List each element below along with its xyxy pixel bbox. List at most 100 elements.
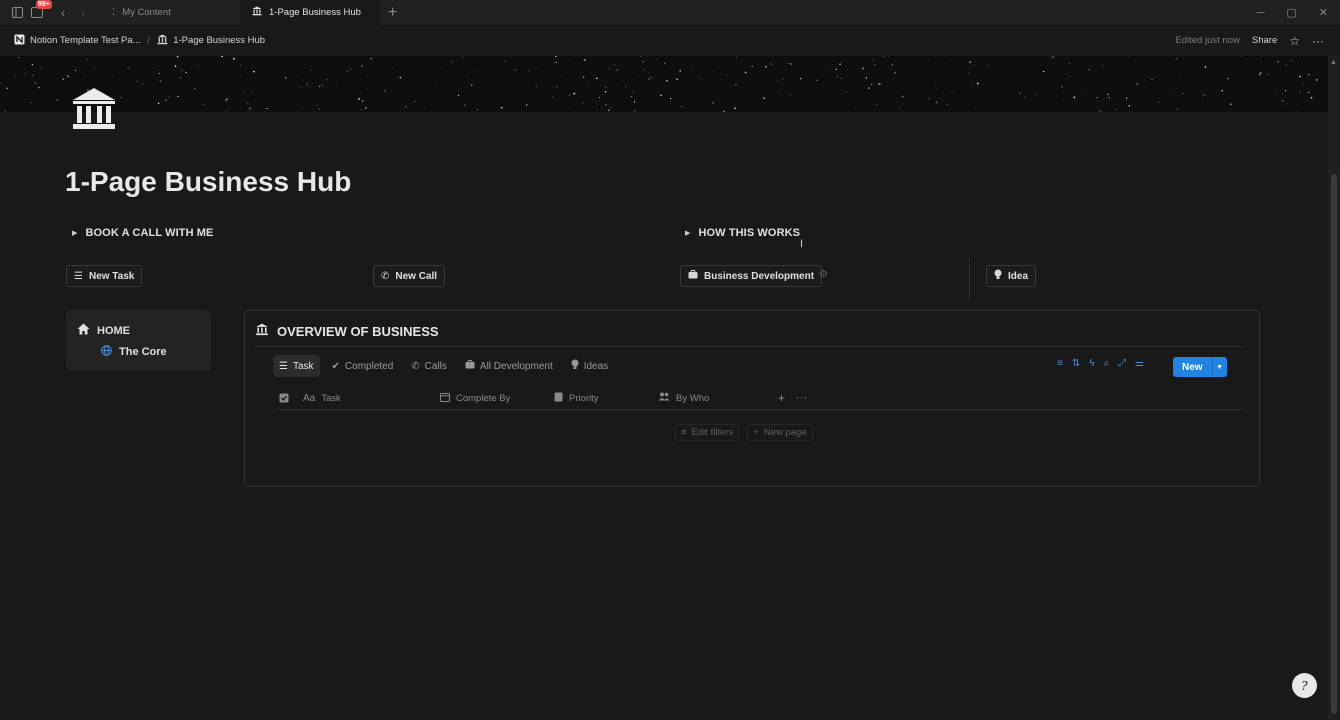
view-tab-calls[interactable]: ✆ Calls <box>405 355 453 377</box>
sort-icon[interactable]: ⇅ <box>1072 358 1080 369</box>
select-all-checkbox[interactable] <box>279 393 303 403</box>
star <box>650 87 652 88</box>
add-column-icon[interactable]: + <box>778 391 796 405</box>
breadcrumb-page[interactable]: 1-Page Business Hub <box>157 34 265 48</box>
edit-filters-button[interactable]: ≡ Edit filters <box>675 424 740 441</box>
star <box>221 56 223 58</box>
star <box>1080 89 1083 92</box>
new-call-button[interactable]: ✆ New Call <box>373 265 446 287</box>
star <box>712 102 714 104</box>
star <box>868 87 870 89</box>
toggle-arrow-icon[interactable]: ▶ <box>685 229 690 237</box>
tab-my-content[interactable]: ⁚ My Content <box>100 0 240 25</box>
share-button[interactable]: Share <box>1252 35 1277 46</box>
view-label: All Development <box>479 360 553 372</box>
toggle-arrow-icon[interactable]: ▶ <box>72 229 77 237</box>
scroll-up-icon[interactable]: ▲ <box>1330 59 1337 66</box>
toggle-book-call[interactable]: ▶ BOOK A CALL WITH ME <box>72 227 213 239</box>
star <box>120 96 122 99</box>
view-tab-completed[interactable]: ✔ Completed <box>326 355 400 377</box>
star <box>296 75 297 76</box>
page-title[interactable]: 1-Page Business Hub <box>65 166 351 198</box>
star <box>632 92 634 94</box>
maximize-icon[interactable]: ▢ <box>1286 6 1296 19</box>
star <box>157 102 160 105</box>
star <box>392 67 393 68</box>
star <box>876 104 878 106</box>
column-complete-by[interactable]: Complete By <box>440 392 554 405</box>
star <box>1203 94 1206 97</box>
new-task-button[interactable]: ☰ New Task <box>66 265 143 287</box>
star <box>790 63 792 65</box>
idea-button[interactable]: Idea <box>986 265 1037 287</box>
star <box>816 79 818 81</box>
star <box>1276 89 1278 91</box>
breadcrumb-label: 1-Page Business Hub <box>173 35 266 46</box>
back-arrow-icon[interactable]: ‹ <box>56 6 70 20</box>
close-icon[interactable]: ✕ <box>1319 6 1328 19</box>
settings-sliders-icon[interactable]: ⚌ <box>1135 358 1144 369</box>
scrollbar[interactable]: ▲ <box>1328 56 1340 720</box>
breadcrumb-separator: / <box>147 35 151 46</box>
star <box>424 106 425 108</box>
table-header: Aa Task Complete By Priority By Who + ··… <box>279 387 1245 409</box>
star <box>504 60 506 62</box>
star <box>361 65 363 67</box>
help-button[interactable]: ? <box>1292 673 1317 698</box>
star-icon[interactable]: ☆ <box>1289 34 1300 48</box>
star <box>1102 65 1103 67</box>
star <box>868 56 870 57</box>
home-link[interactable]: HOME <box>77 323 130 338</box>
view-tab-ideas[interactable]: Ideas <box>565 355 614 377</box>
expand-icon[interactable]: ⤢ <box>1118 358 1126 369</box>
star <box>478 69 479 71</box>
more-icon[interactable]: ··· <box>796 392 807 404</box>
toggle-how-this-works[interactable]: ▶ HOW THIS WORKS <box>685 227 800 239</box>
business-development-button[interactable]: Business Development <box>680 265 823 287</box>
minimize-icon[interactable]: ─ <box>1257 7 1265 19</box>
page-bank-icon[interactable] <box>70 86 118 132</box>
star <box>976 82 979 85</box>
column-priority[interactable]: Priority <box>554 392 658 405</box>
view-tab-task[interactable]: ☰ Task <box>273 355 320 377</box>
column-task[interactable]: Aa Task <box>303 393 440 404</box>
forward-arrow-icon[interactable]: › <box>76 6 90 20</box>
new-page-button[interactable]: + New page <box>747 424 813 441</box>
star <box>149 74 151 75</box>
new-entry-button[interactable]: New ▼ <box>1173 357 1227 377</box>
star <box>525 104 528 106</box>
star <box>500 106 503 109</box>
star <box>165 99 167 102</box>
star <box>935 101 938 104</box>
view-tab-all-development[interactable]: All Development <box>459 355 559 377</box>
star <box>809 77 811 78</box>
star <box>233 57 235 60</box>
column-by-who[interactable]: By Who <box>658 392 778 404</box>
settings-icon[interactable]: ⚙ <box>819 269 829 280</box>
view-label: Task <box>292 360 314 372</box>
star <box>251 91 253 93</box>
more-icon[interactable]: ··· <box>1312 34 1324 48</box>
automation-icon[interactable]: ϟ <box>1089 358 1094 369</box>
breadcrumb-workspace[interactable]: Notion Template Test Pa... <box>14 34 141 48</box>
database-title[interactable]: OVERVIEW OF BUSINESS <box>255 323 439 339</box>
sidebar-toggle-icon[interactable] <box>10 6 24 20</box>
filter-icon[interactable]: ≡ <box>1057 358 1063 369</box>
star <box>196 64 198 66</box>
chevron-down-icon[interactable]: ▼ <box>1211 357 1227 377</box>
scroll-thumb[interactable] <box>1331 174 1337 714</box>
tab-business-hub[interactable]: 1-Page Business Hub <box>240 0 380 25</box>
star <box>898 107 900 109</box>
star <box>551 96 554 98</box>
star <box>1024 96 1026 98</box>
new-label[interactable]: New <box>1173 357 1212 377</box>
search-icon[interactable]: ⌕ <box>1104 358 1110 369</box>
the-core-link[interactable]: The Core <box>101 345 167 359</box>
star <box>31 63 34 66</box>
inbox-icon[interactable]: 99+ <box>30 0 52 20</box>
add-tab-button[interactable]: + <box>380 0 405 25</box>
cover-image[interactable] <box>0 56 1328 112</box>
star <box>1049 63 1051 65</box>
star <box>514 69 516 71</box>
header-divider <box>275 409 1245 410</box>
